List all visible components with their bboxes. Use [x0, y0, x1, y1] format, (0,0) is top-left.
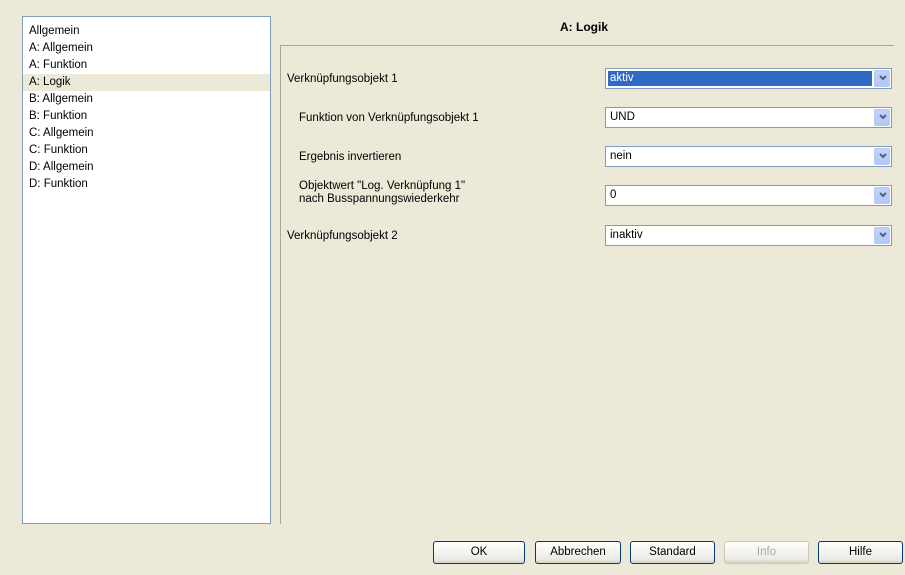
- nav-item-c-allgemein[interactable]: C: Allgemein: [23, 125, 270, 142]
- nav-item-c-funktion[interactable]: C: Funktion: [23, 142, 270, 159]
- nav-item-d-funktion[interactable]: D: Funktion: [23, 176, 270, 193]
- param-label-verknuepfungsobjekt-1: Verknüpfungsobjekt 1: [287, 73, 398, 85]
- nav-item-b-allgemein[interactable]: B: Allgemein: [23, 91, 270, 108]
- chevron-down-icon: [879, 75, 887, 81]
- info-button[interactable]: Info: [724, 541, 809, 564]
- select-value: aktiv: [608, 71, 872, 86]
- dropdown-button[interactable]: [874, 187, 890, 204]
- nav-item-allgemein[interactable]: Allgemein: [23, 23, 270, 40]
- nav-item-b-funktion[interactable]: B: Funktion: [23, 108, 270, 125]
- page-title: A: Logik: [560, 20, 608, 34]
- chevron-down-icon: [879, 114, 887, 120]
- objektwert-select[interactable]: 0: [605, 185, 892, 206]
- param-label-objektwert-line2: nach Busspannungswiederkehr: [299, 193, 460, 205]
- dropdown-button[interactable]: [874, 227, 890, 244]
- standard-button[interactable]: Standard: [630, 541, 715, 564]
- nav-item-a-logik[interactable]: A: Logik: [23, 74, 270, 91]
- select-value: 0: [610, 189, 617, 201]
- funktion-select[interactable]: UND: [605, 107, 892, 128]
- verknuepfungsobjekt-2-select[interactable]: inaktiv: [605, 225, 892, 246]
- select-value: inaktiv: [610, 229, 643, 241]
- select-value: UND: [610, 111, 635, 123]
- nav-item-d-allgemein[interactable]: D: Allgemein: [23, 159, 270, 176]
- param-label-ergebnis-invertieren: Ergebnis invertieren: [299, 151, 402, 163]
- param-label-funktion: Funktion von Verknüpfungsobjekt 1: [299, 112, 479, 124]
- parameter-page-list: Allgemein A: Allgemein A: Funktion A: Lo…: [22, 16, 271, 524]
- chevron-down-icon: [879, 153, 887, 159]
- dropdown-button[interactable]: [874, 70, 890, 87]
- ergebnis-invertieren-select[interactable]: nein: [605, 146, 892, 167]
- dropdown-button[interactable]: [874, 109, 890, 126]
- nav-item-a-allgemein[interactable]: A: Allgemein: [23, 40, 270, 57]
- verknuepfungsobjekt-1-select[interactable]: aktiv: [605, 68, 892, 89]
- param-label-verknuepfungsobjekt-2: Verknüpfungsobjekt 2: [287, 230, 398, 242]
- help-button[interactable]: Hilfe: [818, 541, 903, 564]
- param-label-objektwert-line1: Objektwert "Log. Verknüpfung 1": [299, 180, 466, 192]
- ok-button[interactable]: OK: [433, 541, 525, 564]
- dropdown-button[interactable]: [874, 148, 890, 165]
- cancel-button[interactable]: Abbrechen: [535, 541, 621, 564]
- select-value: nein: [610, 150, 632, 162]
- chevron-down-icon: [879, 232, 887, 238]
- nav-item-a-funktion[interactable]: A: Funktion: [23, 57, 270, 74]
- chevron-down-icon: [879, 192, 887, 198]
